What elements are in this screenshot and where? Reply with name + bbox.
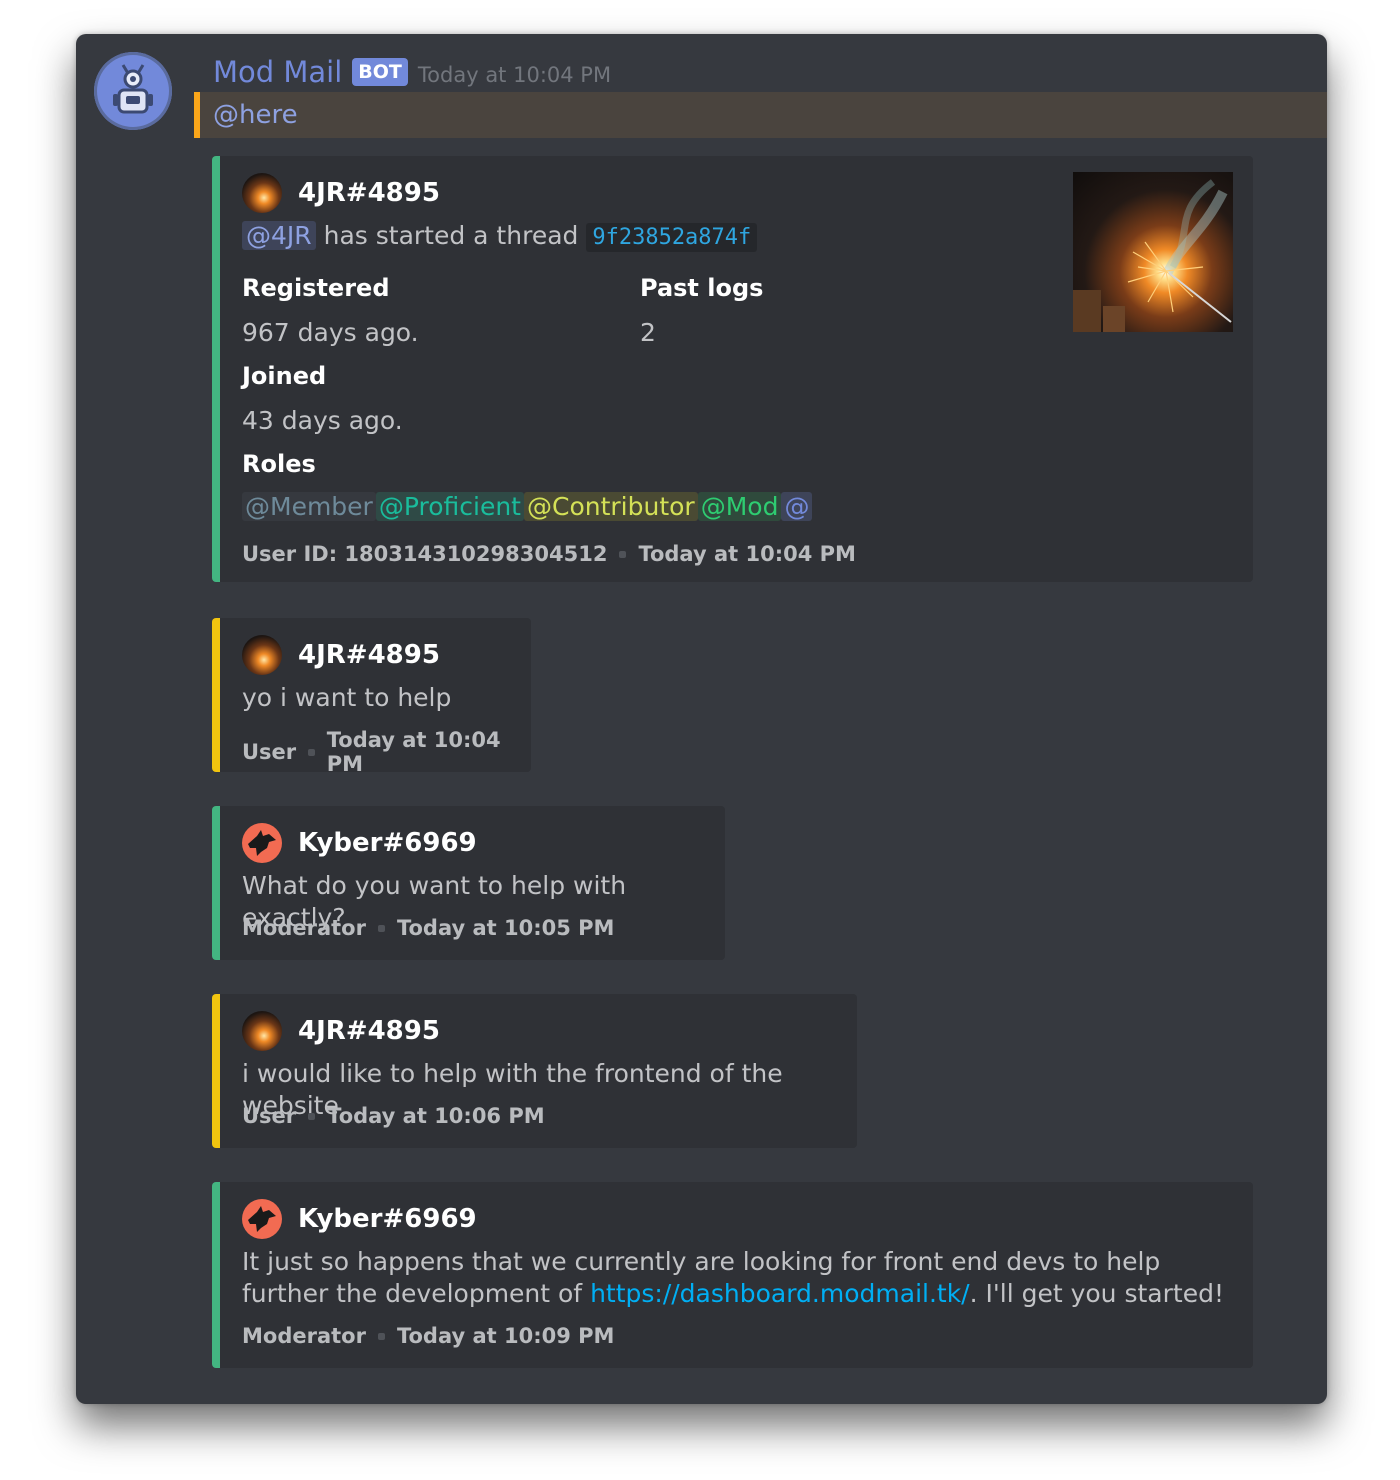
role-contributor[interactable]: @Contributor	[523, 492, 698, 521]
embed-author-name[interactable]: Kyber#6969	[298, 1204, 477, 1234]
footer-separator	[308, 1112, 316, 1120]
thread-started-embed: 4JR#4895 @4JR has started a thread 9f238…	[212, 156, 1253, 582]
thread-description: @4JR has started a thread 9f23852a874f	[242, 220, 758, 254]
field-joined-value: 43 days ago.	[242, 406, 403, 435]
field-registered-value: 967 days ago.	[242, 318, 419, 347]
embed-footer: User Today at 10:04 PM	[242, 728, 531, 776]
wolf-icon	[248, 830, 276, 856]
user-avatar[interactable]	[242, 173, 282, 213]
message-text: yo i want to help	[242, 683, 452, 712]
thread-id: 9f23852a874f	[586, 223, 758, 252]
bot-tag: BOT	[352, 58, 408, 86]
here-mention[interactable]: @here	[213, 100, 298, 130]
message-text-after: . I'll get you started!	[969, 1279, 1224, 1308]
sparkler-image	[1073, 179, 1232, 332]
footer-separator	[308, 748, 315, 756]
footer-separator	[619, 550, 627, 558]
role-mod[interactable]: @Mod	[697, 492, 782, 521]
author-role: Moderator	[242, 1324, 366, 1348]
user-avatar[interactable]	[242, 635, 282, 675]
field-roles-name: Roles	[242, 450, 316, 478]
message-header: Mod Mail BOT Today at 10:04 PM	[213, 52, 611, 92]
author-role: User	[242, 740, 297, 764]
here-mention-highlight: @here	[194, 92, 1327, 138]
message-embed: 4JR#4895 yo i want to help User Today at…	[212, 618, 531, 776]
field-registered-name: Registered	[242, 274, 390, 302]
embed-author-name[interactable]: Kyber#6969	[298, 828, 477, 858]
embed-footer: Moderator Today at 10:05 PM	[242, 916, 614, 940]
embed-author-name[interactable]: 4JR#4895	[298, 640, 440, 670]
embed-footer: User ID: 180314310298304512 Today at 10:…	[242, 542, 856, 566]
embed-author-name[interactable]: 4JR#4895	[298, 1016, 440, 1046]
user-id: User ID: 180314310298304512	[242, 542, 608, 566]
role-member[interactable]: @Member	[242, 492, 376, 521]
footer-separator	[377, 1332, 385, 1340]
bot-username[interactable]: Mod Mail	[213, 55, 342, 89]
field-joined-name: Joined	[242, 362, 327, 390]
message-embed: 4JR#4895 i would like to help with the f…	[212, 994, 857, 1148]
embed-author: 4JR#4895	[242, 634, 440, 676]
footer-timestamp: Today at 10:04 PM	[326, 728, 501, 776]
field-past-logs-name: Past logs	[640, 274, 764, 302]
thread-started-text: has started a thread	[323, 221, 579, 250]
footer-timestamp: Today at 10:05 PM	[396, 916, 615, 940]
bot-avatar[interactable]	[94, 52, 172, 130]
message-embed: Kyber#6969 It just so happens that we cu…	[212, 1182, 1253, 1368]
embed-author: 4JR#4895	[242, 172, 440, 214]
message-text: It just so happens that we currently are…	[242, 1246, 1232, 1310]
moderator-avatar[interactable]	[242, 823, 282, 863]
author-role: User	[242, 1104, 297, 1128]
moderator-avatar[interactable]	[242, 1199, 282, 1239]
embed-author: 4JR#4895	[242, 1010, 440, 1052]
role-unnamed[interactable]: @	[781, 492, 813, 521]
embed-footer: Moderator Today at 10:09 PM	[242, 1324, 614, 1348]
dashboard-link[interactable]: https://dashboard.modmail.tk/	[590, 1279, 970, 1308]
user-thumbnail[interactable]	[1073, 172, 1233, 332]
author-role: Moderator	[242, 916, 366, 940]
discord-message-window: Mod Mail BOT Today at 10:04 PM @here 4JR…	[76, 34, 1327, 1404]
wolf-icon	[248, 1206, 276, 1232]
embed-footer: User Today at 10:06 PM	[242, 1104, 545, 1128]
field-past-logs-value: 2	[640, 318, 656, 347]
footer-timestamp: Today at 10:04 PM	[638, 542, 856, 566]
message-timestamp: Today at 10:04 PM	[417, 63, 612, 87]
message-embed: Kyber#6969 What do you want to help with…	[212, 806, 725, 960]
roles-list: @Member @Proficient @Contributor @Mod @	[242, 492, 813, 521]
robot-icon	[113, 64, 153, 114]
embed-author-name[interactable]: 4JR#4895	[298, 178, 440, 208]
role-proficient[interactable]: @Proficient	[375, 492, 524, 521]
embed-author: Kyber#6969	[242, 822, 477, 864]
user-mention[interactable]: @4JR	[242, 221, 316, 250]
embed-author: Kyber#6969	[242, 1198, 477, 1240]
footer-timestamp: Today at 10:09 PM	[396, 1324, 615, 1348]
user-avatar[interactable]	[242, 1011, 282, 1051]
footer-separator	[377, 924, 385, 932]
footer-timestamp: Today at 10:06 PM	[327, 1104, 545, 1128]
